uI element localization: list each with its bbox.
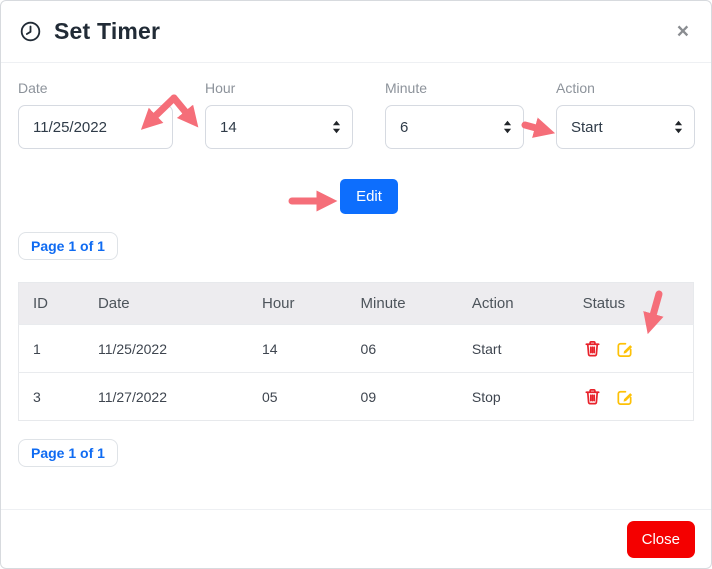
table-row: 3 11/27/2022 05 09 Stop xyxy=(19,373,694,421)
col-header-status: Status xyxy=(569,283,694,325)
cell-minute: 06 xyxy=(347,325,458,373)
table-header: ID Date Hour Minute Action Status xyxy=(19,283,694,325)
cell-action: Start xyxy=(458,325,569,373)
cell-status xyxy=(569,325,694,373)
clock-icon xyxy=(19,20,42,43)
pagination-top-button[interactable]: Page 1 of 1 xyxy=(18,232,118,260)
modal-header: Set Timer × xyxy=(1,1,711,63)
cell-hour: 14 xyxy=(248,325,347,373)
edit-button[interactable]: Edit xyxy=(340,179,398,214)
set-timer-modal: Set Timer × Date Hour 14 xyxy=(0,0,712,569)
cell-id: 1 xyxy=(19,325,84,373)
col-header-minute: Minute xyxy=(347,283,458,325)
hour-select-wrap: 14 xyxy=(205,105,353,149)
close-button[interactable]: Close xyxy=(627,521,695,558)
timers-table: ID Date Hour Minute Action Status 1 11/2… xyxy=(18,282,694,421)
cell-hour: 05 xyxy=(248,373,347,421)
col-header-hour: Hour xyxy=(248,283,347,325)
col-header-action: Action xyxy=(458,283,569,325)
cell-date: 11/25/2022 xyxy=(84,325,248,373)
minute-select-wrap: 6 xyxy=(385,105,524,149)
cell-minute: 09 xyxy=(347,373,458,421)
table-header-row: ID Date Hour Minute Action Status xyxy=(19,283,694,325)
col-header-id: ID xyxy=(19,283,84,325)
edit-row: Edit xyxy=(18,179,694,214)
modal-body: Date Hour 14 Minute 6 xyxy=(1,63,711,509)
edit-icon[interactable] xyxy=(615,387,634,406)
cell-status xyxy=(569,373,694,421)
cell-action: Stop xyxy=(458,373,569,421)
action-select-wrap: Start xyxy=(556,105,695,149)
action-label: Action xyxy=(556,80,695,96)
edit-icon[interactable] xyxy=(615,339,634,358)
table-row: 1 11/25/2022 14 06 Start xyxy=(19,325,694,373)
trash-icon[interactable] xyxy=(583,339,602,358)
minute-select[interactable]: 6 xyxy=(385,105,524,149)
hour-label: Hour xyxy=(205,80,353,96)
hour-field-group: Hour 14 xyxy=(205,80,353,149)
action-field-group: Action Start xyxy=(556,80,695,149)
action-select[interactable]: Start xyxy=(556,105,695,149)
page-title: Set Timer xyxy=(54,18,160,45)
modal-footer: Close xyxy=(1,509,711,568)
minute-field-group: Minute 6 xyxy=(385,80,524,149)
cell-date: 11/27/2022 xyxy=(84,373,248,421)
col-header-date: Date xyxy=(84,283,248,325)
timer-form: Date Hour 14 Minute 6 xyxy=(18,80,694,149)
pagination-bottom-button[interactable]: Page 1 of 1 xyxy=(18,439,118,467)
minute-label: Minute xyxy=(385,80,524,96)
close-icon[interactable]: × xyxy=(673,19,693,44)
date-input[interactable] xyxy=(18,105,173,149)
date-field-group: Date xyxy=(18,80,173,149)
date-label: Date xyxy=(18,80,173,96)
trash-icon[interactable] xyxy=(583,387,602,406)
cell-id: 3 xyxy=(19,373,84,421)
hour-select[interactable]: 14 xyxy=(205,105,353,149)
